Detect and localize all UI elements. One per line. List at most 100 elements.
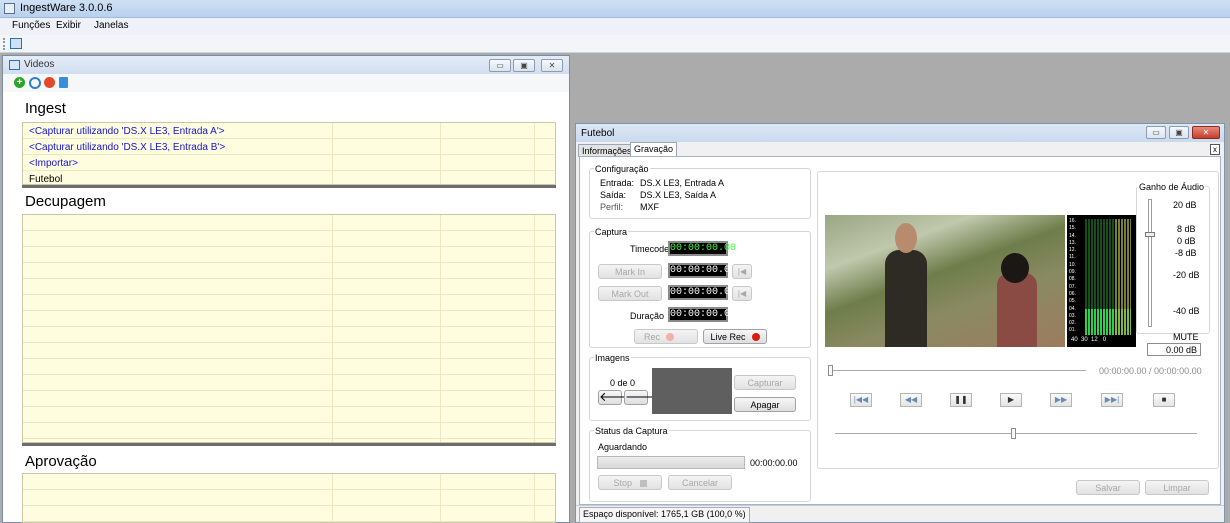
live-rec-label: Live Rec	[710, 332, 746, 342]
list-item[interactable]: Futebol	[29, 174, 62, 185]
jog-thumb[interactable]	[1011, 428, 1016, 439]
gain-8db: 8 dB	[1177, 224, 1196, 234]
meter-channel-label: 11.	[1069, 254, 1076, 261]
duracao-timecode: 00:00:00.00	[668, 307, 737, 322]
gain-mute: MUTE	[1173, 332, 1199, 342]
search-icon[interactable]	[29, 77, 41, 89]
live-rec-button[interactable]: Live Rec	[703, 329, 767, 344]
splitter[interactable]	[22, 443, 556, 446]
close-tab-button[interactable]: x	[1210, 144, 1220, 155]
gain-0db: 0 dB	[1177, 236, 1196, 246]
mark-in-timecode: 00:00:00.00	[668, 263, 737, 278]
menu-janelas[interactable]: Janelas	[94, 20, 128, 31]
maximize-icon[interactable]: ▣	[513, 59, 535, 72]
audio-gain-group: Ganho de Áudio 20 dB 8 dB 0 dB -8 dB -20…	[1136, 182, 1210, 342]
audio-meter: 16. 15. 14. 13. 12. 11. 10. 09. 08. 07. 06. 05. 04. 0…	[1067, 215, 1136, 347]
meter-channel-label: 15.	[1069, 225, 1076, 232]
maximize-icon[interactable]: ▣	[1169, 126, 1189, 139]
list-item[interactable]: <Capturar utilizando 'DS.X LE3, Entrada …	[29, 142, 225, 153]
gravacao-panel: Configuração Entrada: DS.X LE3, Entrada …	[579, 156, 1221, 505]
playback-time: 00:00:00.00 / 00:00:00.00	[1099, 366, 1202, 376]
close-icon[interactable]: ✕	[1192, 126, 1220, 139]
meter-channel-label: 14.	[1069, 232, 1076, 239]
videos-title: Videos	[24, 59, 55, 70]
gain-minus40db: -40 dB	[1173, 306, 1200, 316]
mark-out-timecode: 00:00:00.00	[668, 285, 737, 300]
capture-progress-bar	[597, 456, 745, 469]
disk-space-status: Espaço disponível: 1765,1 GB (100,0 %)	[579, 507, 750, 523]
pause-icon[interactable]: ❚❚	[950, 393, 972, 407]
goto-mark-in-icon[interactable]: |◀	[732, 264, 752, 279]
list-item[interactable]: <Importar>	[29, 158, 78, 169]
meter-channel-label: 04.	[1069, 305, 1076, 312]
seek-thumb[interactable]	[828, 365, 833, 376]
tab-gravacao[interactable]: Gravação	[630, 142, 678, 157]
entrada-label: Entrada:	[600, 178, 635, 188]
minimize-icon[interactable]: ▭	[1146, 126, 1166, 139]
imagens-label: Imagens	[594, 353, 631, 363]
previous-arrow-icon[interactable]: 🡐	[598, 390, 634, 405]
gain-slider-thumb[interactable]	[1145, 232, 1155, 237]
captura-group: Captura Timecode 00:00:00.00 Mark In 00:…	[589, 227, 811, 348]
app-icon	[4, 3, 15, 14]
meter-channel-label: 01.	[1069, 327, 1076, 334]
toolbar-grip[interactable]	[3, 38, 7, 50]
gain-value[interactable]: 0.00 dB	[1147, 343, 1201, 356]
limpar-button[interactable]: Limpar	[1145, 480, 1209, 495]
meter-channel-label: 05.	[1069, 298, 1076, 305]
perfil-label: Perfil:	[600, 202, 624, 212]
mark-out-button[interactable]: Mark Out	[598, 286, 662, 301]
menu-exibir[interactable]: Exibir	[56, 20, 81, 31]
status-state: Aguardando	[598, 442, 648, 452]
gain-minus8db: -8 dB	[1175, 248, 1197, 258]
minimize-icon[interactable]: ▭	[489, 59, 511, 72]
rec-button[interactable]: Rec	[634, 329, 698, 344]
fast-forward-icon[interactable]: ▶▶	[1050, 393, 1072, 407]
mark-in-button[interactable]: Mark In	[598, 264, 662, 279]
stop-button[interactable]: Stop	[598, 475, 662, 490]
add-icon[interactable]: +	[14, 77, 25, 88]
meter-channel-labels: 16. 15. 14. 13. 12. 11. 10. 09. 08. 07. 06. 05. 04. 0…	[1069, 218, 1084, 336]
apagar-button[interactable]: Apagar	[734, 397, 796, 412]
configuracao-group: Configuração Entrada: DS.X LE3, Entrada …	[589, 164, 811, 219]
list-item[interactable]: <Capturar utilizando 'DS.X LE3, Entrada …	[29, 126, 225, 137]
timecode-label: Timecode	[630, 244, 670, 254]
skip-end-icon[interactable]: ▶▶|	[1101, 393, 1123, 407]
menu-funcoes[interactable]: Funções	[12, 20, 50, 31]
rewind-icon[interactable]: ◀◀	[900, 393, 922, 407]
list-window-icon[interactable]	[10, 38, 22, 49]
play-icon[interactable]: ▶	[1000, 393, 1022, 407]
stop-square-icon	[639, 480, 647, 487]
salvar-button[interactable]: Salvar	[1076, 480, 1140, 495]
meter-bars	[1085, 219, 1131, 335]
status-time: 00:00:00.00	[750, 458, 798, 468]
meter-channel-label: 07.	[1069, 283, 1076, 290]
stop-icon[interactable]: ■	[1153, 393, 1175, 407]
section-title-ingest: Ingest	[25, 100, 66, 117]
jog-track[interactable]	[835, 433, 1197, 434]
remove-icon[interactable]	[44, 77, 55, 88]
futebol-window: Futebol ▭ ▣ ✕ Informações Gravação x Con…	[575, 123, 1225, 523]
futebol-title: Futebol	[581, 128, 615, 139]
splitter[interactable]	[22, 185, 556, 188]
app-title-bar: IngestWare 3.0.0.6	[0, 0, 1230, 18]
status-captura-label: Status da Captura	[594, 426, 669, 436]
next-arrow-icon[interactable]: 🡒	[624, 390, 660, 405]
capturar-button[interactable]: Capturar	[734, 375, 796, 390]
goto-mark-out-icon[interactable]: |◀	[732, 286, 752, 301]
stop-label: Stop	[613, 478, 632, 488]
seek-track[interactable]	[830, 370, 1086, 371]
video-preview	[825, 215, 1065, 347]
trash-icon[interactable]	[59, 77, 68, 88]
cancelar-button[interactable]: Cancelar	[668, 475, 732, 490]
section-title-decupagem: Decupagem	[25, 193, 106, 210]
video-person-left	[885, 250, 927, 347]
tab-strip: Informações Gravação x	[576, 142, 1224, 157]
close-icon[interactable]: ✕	[541, 59, 563, 72]
meter-scale: 40 30 12 0	[1071, 337, 1107, 343]
preview-group: 16. 15. 14. 13. 12. 11. 10. 09. 08. 07. 06. 05. 04. 0…	[817, 171, 1219, 469]
videos-toolbar: +	[3, 74, 569, 92]
skip-start-icon[interactable]: |◀◀	[850, 393, 872, 407]
rec-dot-icon	[666, 333, 674, 341]
gain-slider-track[interactable]	[1148, 199, 1152, 327]
